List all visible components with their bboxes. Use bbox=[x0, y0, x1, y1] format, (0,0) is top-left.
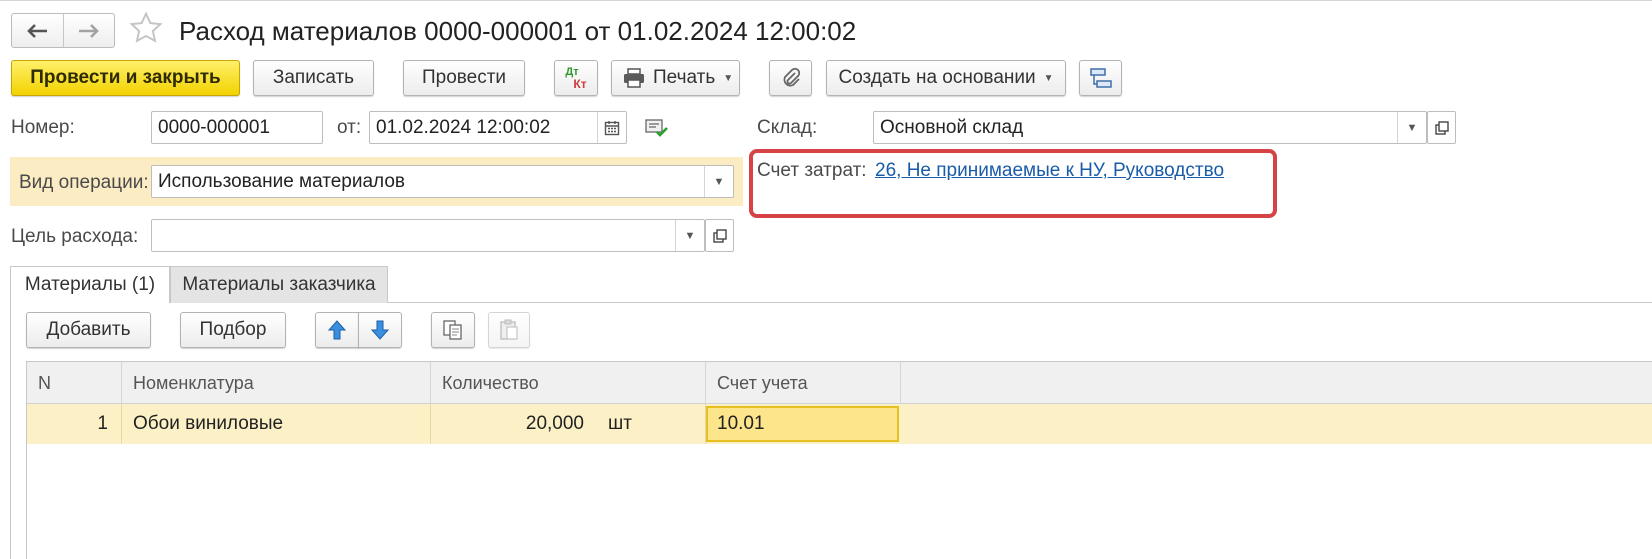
arrow-left-icon bbox=[27, 23, 48, 38]
paperclip-icon bbox=[783, 67, 800, 87]
open-window-icon bbox=[1434, 120, 1449, 135]
print-button[interactable]: Печать ▼ bbox=[611, 60, 740, 96]
open-window-icon bbox=[712, 228, 727, 243]
chevron-down-icon: ▼ bbox=[723, 72, 734, 84]
tab-materials[interactable]: Материалы (1) bbox=[10, 266, 170, 303]
move-down-button[interactable] bbox=[358, 312, 402, 348]
printer-icon bbox=[624, 68, 644, 88]
page-title: Расход материалов 0000-000001 от 01.02.2… bbox=[179, 16, 857, 46]
arrow-right-icon bbox=[78, 23, 99, 38]
chevron-down-icon[interactable]: ▼ bbox=[704, 166, 733, 197]
arrow-up-icon bbox=[328, 320, 346, 340]
star-icon[interactable] bbox=[128, 10, 164, 54]
date-label: от: bbox=[337, 117, 362, 138]
purpose-label: Цель расхода: bbox=[11, 226, 139, 247]
cell-n[interactable]: 1 bbox=[27, 404, 122, 444]
posted-status-icon[interactable] bbox=[645, 117, 669, 144]
chevron-down-icon: ▼ bbox=[1043, 72, 1054, 84]
paste-icon bbox=[500, 319, 518, 340]
copy-row-button[interactable] bbox=[431, 312, 475, 348]
post-and-close-button[interactable]: Провести и закрыть bbox=[11, 60, 240, 96]
expense-account-link[interactable]: 26, Не принимаемые к НУ, Руководство bbox=[875, 159, 1224, 183]
copy-icon bbox=[443, 320, 462, 340]
number-value: 0000-000001 bbox=[158, 116, 270, 138]
column-header-n[interactable]: N bbox=[27, 362, 122, 404]
purpose-open-button[interactable] bbox=[705, 219, 734, 252]
window-top-border bbox=[0, 0, 1652, 1]
chevron-down-icon[interactable]: ▼ bbox=[1397, 112, 1426, 143]
cell-account-selected[interactable]: 10.01 bbox=[706, 406, 899, 442]
cell-item[interactable]: Обои виниловые bbox=[122, 404, 431, 444]
operation-type-field[interactable]: Использование материалов ▼ bbox=[151, 165, 734, 198]
date-value: 01.02.2024 12:00:02 bbox=[376, 116, 551, 138]
kt-icon-text: Кт bbox=[573, 77, 587, 91]
post-button[interactable]: Провести bbox=[403, 60, 525, 96]
operation-label: Вид операции: bbox=[19, 172, 149, 193]
cell-quantity[interactable]: 20,000 bbox=[431, 404, 596, 444]
move-up-button[interactable] bbox=[315, 312, 359, 348]
nav-button-group bbox=[11, 13, 115, 48]
arrow-down-icon bbox=[371, 320, 389, 340]
column-header-item[interactable]: Номенклатура bbox=[122, 362, 431, 404]
expense-account-label: Счет затрат: bbox=[757, 160, 867, 181]
attach-button[interactable] bbox=[769, 60, 812, 96]
purpose-field[interactable]: ▼ bbox=[151, 219, 705, 252]
warehouse-open-button[interactable] bbox=[1427, 111, 1456, 144]
warehouse-value: Основной склад bbox=[880, 116, 1024, 138]
cell-unit[interactable]: шт bbox=[596, 404, 706, 444]
table-header: N Номенклатура Количество Счет учета bbox=[27, 362, 1652, 404]
materials-table: N Номенклатура Количество Счет учета 1 О… bbox=[26, 361, 1652, 559]
table-row[interactable]: 1 Обои виниловые 20,000 шт 10.01 bbox=[27, 404, 1652, 444]
paste-row-button[interactable] bbox=[488, 312, 530, 348]
pick-button[interactable]: Подбор bbox=[180, 312, 286, 348]
chevron-down-icon[interactable]: ▼ bbox=[675, 220, 704, 251]
save-button[interactable]: Записать bbox=[253, 60, 374, 96]
tab-customer-materials[interactable]: Материалы заказчика bbox=[170, 266, 388, 303]
print-label: Печать bbox=[653, 67, 716, 88]
column-header-account[interactable]: Счет учета bbox=[706, 362, 901, 404]
hierarchy-icon bbox=[1089, 68, 1112, 88]
date-field[interactable]: 01.02.2024 12:00:02 bbox=[369, 111, 627, 144]
create-based-on-label: Создать на основании bbox=[838, 67, 1036, 88]
number-label: Номер: bbox=[11, 117, 75, 138]
structure-button[interactable] bbox=[1079, 60, 1122, 96]
column-header-quantity[interactable]: Количество bbox=[431, 362, 706, 404]
add-row-button[interactable]: Добавить bbox=[26, 312, 151, 348]
calendar-icon[interactable] bbox=[597, 112, 626, 143]
warehouse-field[interactable]: Основной склад ▼ bbox=[873, 111, 1427, 144]
forward-button[interactable] bbox=[62, 14, 115, 47]
create-based-on-button[interactable]: Создать на основании ▼ bbox=[826, 60, 1066, 96]
operation-value: Использование материалов bbox=[158, 170, 406, 192]
dtkt-report-button[interactable]: Дт Кт bbox=[554, 60, 598, 96]
number-field[interactable]: 0000-000001 bbox=[151, 111, 323, 144]
back-button[interactable] bbox=[12, 14, 63, 47]
warehouse-label: Склад: bbox=[757, 117, 818, 138]
